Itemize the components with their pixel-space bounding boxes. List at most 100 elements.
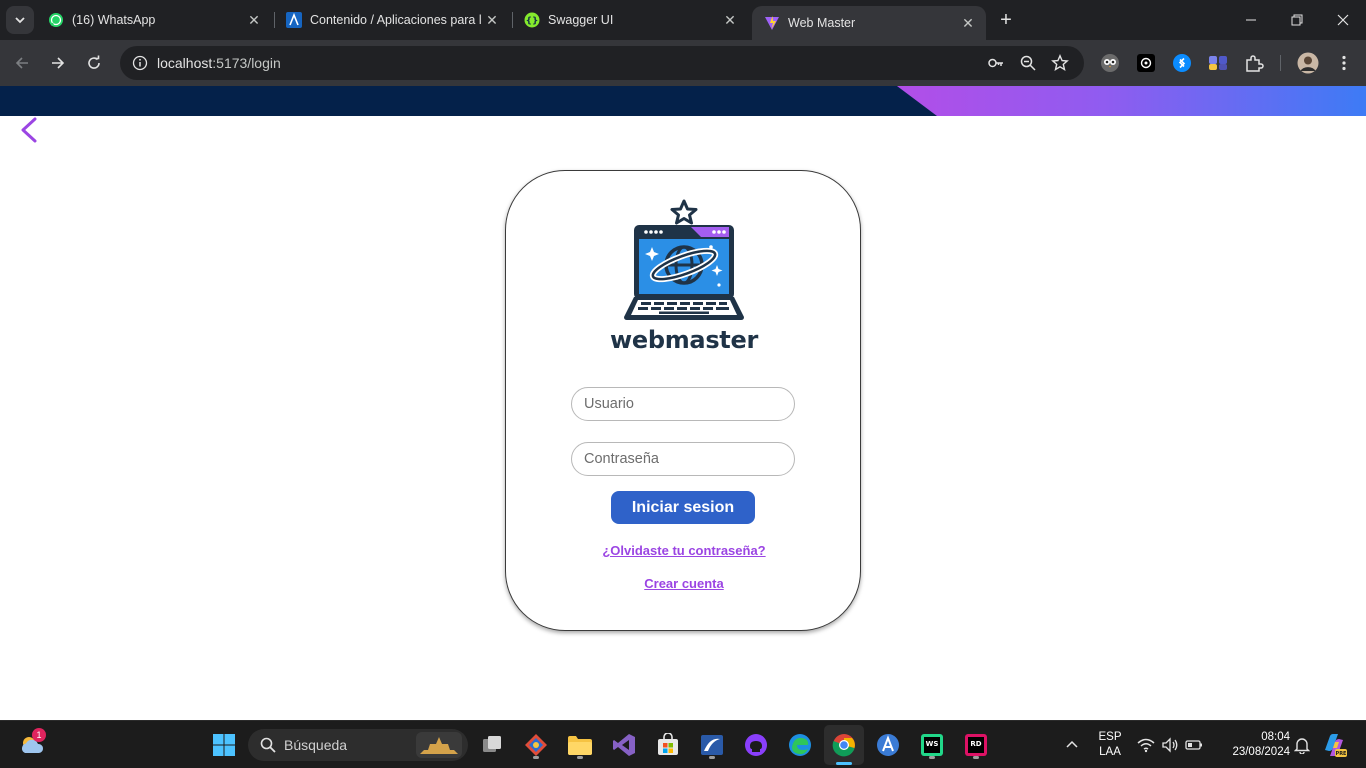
- running-indicator: [709, 756, 715, 759]
- taskbar-git-app[interactable]: [520, 729, 552, 761]
- taskbar-github-desktop[interactable]: [740, 729, 772, 761]
- taskbar-file-explorer[interactable]: [564, 729, 596, 761]
- back-arrow-icon[interactable]: [14, 114, 42, 146]
- profile-avatar[interactable]: [1297, 52, 1319, 74]
- tab-azure[interactable]: Contenido / Aplicaciones para l ✕: [274, 0, 510, 40]
- search-icon: [260, 737, 276, 753]
- tab-web-master[interactable]: Web Master ✕: [752, 6, 986, 40]
- chevron-up-icon: [1066, 740, 1078, 748]
- minimize-button[interactable]: [1228, 0, 1274, 40]
- language-indicator[interactable]: ESP LAA: [1092, 730, 1128, 760]
- svg-text:RD: RD: [970, 740, 981, 748]
- laptop-globe-logo-icon: [624, 199, 744, 320]
- chevron-down-icon: [15, 17, 25, 24]
- taskbar-rider[interactable]: RD: [960, 729, 992, 761]
- extension-owl-icon[interactable]: [1099, 52, 1121, 74]
- close-window-button[interactable]: [1320, 0, 1366, 40]
- swagger-icon: {}: [524, 12, 540, 28]
- url-path: :5173/login: [212, 55, 281, 71]
- address-bar[interactable]: localhost:5173/login: [120, 46, 1084, 80]
- search-label: Búsqueda: [284, 737, 348, 753]
- page-viewport: webmaster Iniciar sesion ¿Olvidaste tu c…: [0, 86, 1366, 720]
- reload-button[interactable]: [80, 49, 108, 77]
- clock-time: 08:04: [1261, 731, 1290, 743]
- tab-title: Swagger UI: [548, 13, 614, 27]
- tab-swagger[interactable]: {} Swagger UI ✕: [512, 0, 748, 40]
- tab-whatsapp[interactable]: (16) WhatsApp ✕: [36, 0, 272, 40]
- svg-text:WS: WS: [926, 740, 939, 748]
- chrome-icon: [832, 734, 855, 757]
- rider-icon: RD: [965, 734, 987, 756]
- restore-icon: [1291, 14, 1303, 26]
- svg-text:{}: {}: [526, 17, 539, 27]
- close-icon[interactable]: ✕: [244, 10, 264, 30]
- webstorm-icon: WS: [921, 734, 943, 756]
- taskbar-webstorm[interactable]: WS: [916, 729, 948, 761]
- close-icon[interactable]: ✕: [720, 10, 740, 30]
- extensions-puzzle-icon[interactable]: [1243, 52, 1265, 74]
- close-icon[interactable]: ✕: [958, 13, 978, 33]
- new-tab-button[interactable]: +: [994, 8, 1018, 32]
- quick-settings-button[interactable]: [1134, 729, 1206, 761]
- taskbar-search[interactable]: Búsqueda: [248, 729, 468, 761]
- clock-date: 23/08/2024: [1232, 746, 1290, 758]
- taskbar-chrome[interactable]: [824, 725, 864, 765]
- taskbar-app-a[interactable]: [872, 729, 904, 761]
- password-input[interactable]: [571, 442, 795, 476]
- taskbar-edge[interactable]: [784, 729, 816, 761]
- extension-teams-icon[interactable]: [1207, 52, 1229, 74]
- wifi-icon: [1137, 738, 1155, 753]
- copilot-icon: PRE: [1325, 734, 1347, 757]
- username-input[interactable]: [571, 387, 795, 421]
- language-code: ESP: [1098, 731, 1122, 743]
- close-icon: [1337, 14, 1349, 26]
- login-card: webmaster Iniciar sesion ¿Olvidaste tu c…: [505, 170, 861, 631]
- store-icon: [658, 733, 678, 755]
- azure-icon: [286, 12, 302, 28]
- notifications-button[interactable]: [1286, 729, 1318, 761]
- tab-search-button[interactable]: [6, 6, 34, 34]
- running-indicator: [533, 756, 539, 759]
- start-button[interactable]: [208, 729, 240, 761]
- vite-icon: [764, 15, 780, 31]
- create-account-link[interactable]: Crear cuenta: [506, 576, 862, 591]
- windows-start-icon: [213, 734, 235, 756]
- taskbar-visual-studio[interactable]: [608, 729, 640, 761]
- sql-server-icon: [701, 735, 723, 755]
- app-a-icon: [877, 734, 899, 756]
- star-bookmark-icon[interactable]: [1049, 52, 1071, 74]
- search-highlight-temple-icon: [416, 732, 462, 758]
- task-view-button[interactable]: [476, 729, 508, 761]
- site-info-icon[interactable]: [128, 51, 152, 75]
- minimize-icon: [1246, 19, 1256, 21]
- close-icon[interactable]: ✕: [482, 10, 502, 30]
- volume-icon: [1162, 737, 1178, 753]
- url-host: localhost: [157, 55, 213, 71]
- running-indicator: [836, 762, 852, 765]
- arrow-left-icon: [15, 57, 28, 69]
- show-hidden-icons-button[interactable]: [1056, 729, 1088, 761]
- taskbar-store[interactable]: [652, 729, 684, 761]
- password-key-icon[interactable]: [985, 52, 1007, 74]
- extension-shazam-icon[interactable]: [1171, 52, 1193, 74]
- top-banner: [0, 86, 1366, 116]
- clock[interactable]: 08:04 23/08/2024: [1214, 730, 1290, 760]
- restore-button[interactable]: [1274, 0, 1320, 40]
- back-button[interactable]: [8, 49, 36, 77]
- more-menu-icon[interactable]: [1333, 52, 1355, 74]
- zoom-icon[interactable]: [1017, 52, 1039, 74]
- github-icon: [745, 734, 767, 756]
- forgot-password-link[interactable]: ¿Olvidaste tu contraseña?: [506, 543, 862, 558]
- running-indicator: [577, 756, 583, 759]
- visual-studio-icon: [613, 734, 635, 756]
- banner-gradient-accent: [897, 86, 1366, 116]
- login-button[interactable]: Iniciar sesion: [611, 491, 755, 524]
- copilot-button[interactable]: PRE: [1318, 729, 1350, 761]
- svg-text:PRE: PRE: [1336, 751, 1347, 757]
- running-indicator: [973, 756, 979, 759]
- extension-openai-icon[interactable]: [1135, 52, 1157, 74]
- taskbar-sql-server[interactable]: [696, 729, 728, 761]
- tab-title: Contenido / Aplicaciones para l: [310, 13, 482, 27]
- battery-icon: [1185, 740, 1202, 750]
- forward-button[interactable]: [44, 49, 72, 77]
